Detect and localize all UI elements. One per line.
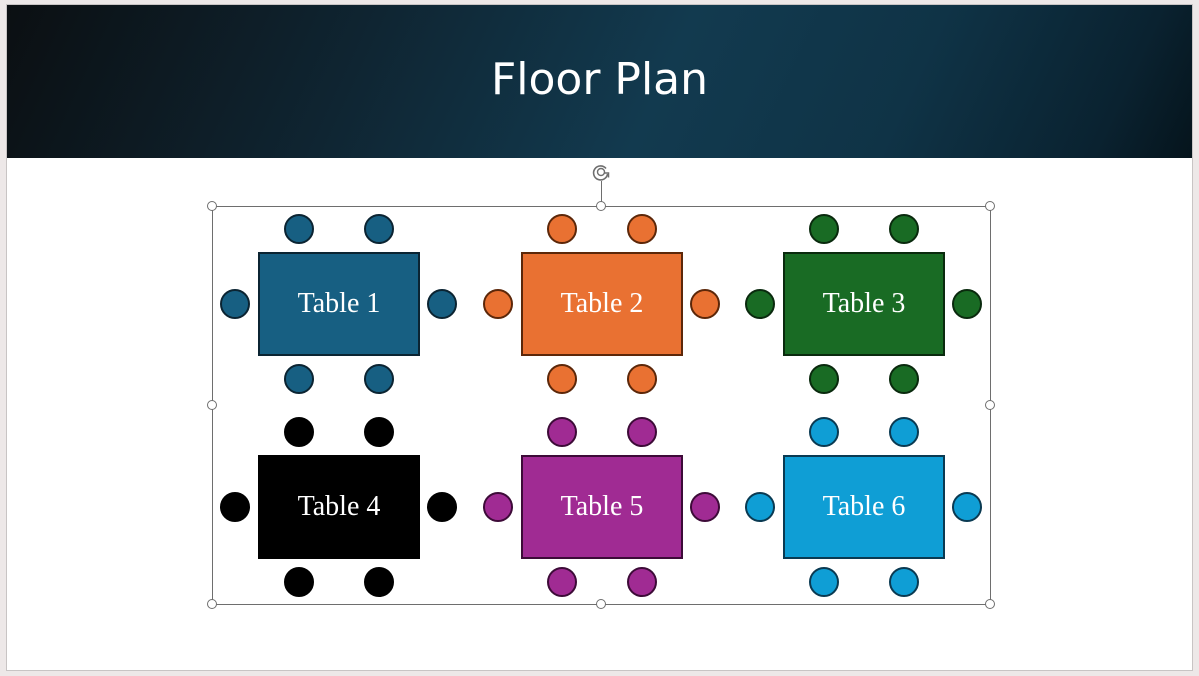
slide-title[interactable]: Floor Plan <box>7 5 1192 158</box>
chair-right[interactable] <box>427 492 457 522</box>
chair-left[interactable] <box>220 289 250 319</box>
chair-bottom-right[interactable] <box>627 364 657 394</box>
chair-bottom-left[interactable] <box>547 567 577 597</box>
chair-top-right[interactable] <box>627 214 657 244</box>
chair-top-left[interactable] <box>547 214 577 244</box>
chair-bottom-left[interactable] <box>284 567 314 597</box>
slide[interactable]: Floor Plan Table 1 Table 2 Table 3 Table 4 T… <box>6 4 1193 671</box>
resize-handle-top-right[interactable] <box>985 201 995 211</box>
chair-bottom-right[interactable] <box>627 567 657 597</box>
table-6[interactable]: Table 6 <box>783 455 945 559</box>
chair-bottom-right[interactable] <box>889 567 919 597</box>
table-3[interactable]: Table 3 <box>783 252 945 356</box>
chair-bottom-left[interactable] <box>547 364 577 394</box>
resize-handle-top-center[interactable] <box>596 201 606 211</box>
chair-right[interactable] <box>427 289 457 319</box>
chair-right[interactable] <box>952 289 982 319</box>
chair-bottom-right[interactable] <box>889 364 919 394</box>
chair-left[interactable] <box>745 492 775 522</box>
table-label: Table 6 <box>822 491 906 522</box>
table-1[interactable]: Table 1 <box>258 252 420 356</box>
chair-top-left[interactable] <box>284 417 314 447</box>
table-5[interactable]: Table 5 <box>521 455 683 559</box>
table-2[interactable]: Table 2 <box>521 252 683 356</box>
table-4[interactable]: Table 4 <box>258 455 420 559</box>
chair-left[interactable] <box>483 492 513 522</box>
chair-top-left[interactable] <box>809 417 839 447</box>
chair-bottom-left[interactable] <box>809 567 839 597</box>
chair-bottom-left[interactable] <box>809 364 839 394</box>
chair-top-right[interactable] <box>889 214 919 244</box>
chair-top-right[interactable] <box>627 417 657 447</box>
chair-bottom-left[interactable] <box>284 364 314 394</box>
chair-top-left[interactable] <box>547 417 577 447</box>
resize-handle-middle-left[interactable] <box>207 400 217 410</box>
chair-right[interactable] <box>690 289 720 319</box>
chair-right[interactable] <box>690 492 720 522</box>
chair-top-right[interactable] <box>364 214 394 244</box>
table-label: Table 1 <box>297 288 381 319</box>
chair-top-left[interactable] <box>809 214 839 244</box>
resize-handle-middle-right[interactable] <box>985 400 995 410</box>
chair-bottom-right[interactable] <box>364 364 394 394</box>
table-label: Table 2 <box>560 288 644 319</box>
resize-handle-top-left[interactable] <box>207 201 217 211</box>
chair-top-right[interactable] <box>364 417 394 447</box>
rotate-icon[interactable] <box>589 160 613 184</box>
resize-handle-bottom-left[interactable] <box>207 599 217 609</box>
chair-right[interactable] <box>952 492 982 522</box>
chair-top-right[interactable] <box>889 417 919 447</box>
chair-left[interactable] <box>220 492 250 522</box>
resize-handle-bottom-right[interactable] <box>985 599 995 609</box>
chair-left[interactable] <box>483 289 513 319</box>
table-label: Table 5 <box>560 491 644 522</box>
chair-bottom-right[interactable] <box>364 567 394 597</box>
table-label: Table 3 <box>822 288 906 319</box>
resize-handle-bottom-center[interactable] <box>596 599 606 609</box>
table-label: Table 4 <box>297 491 381 522</box>
chair-left[interactable] <box>745 289 775 319</box>
chair-top-left[interactable] <box>284 214 314 244</box>
